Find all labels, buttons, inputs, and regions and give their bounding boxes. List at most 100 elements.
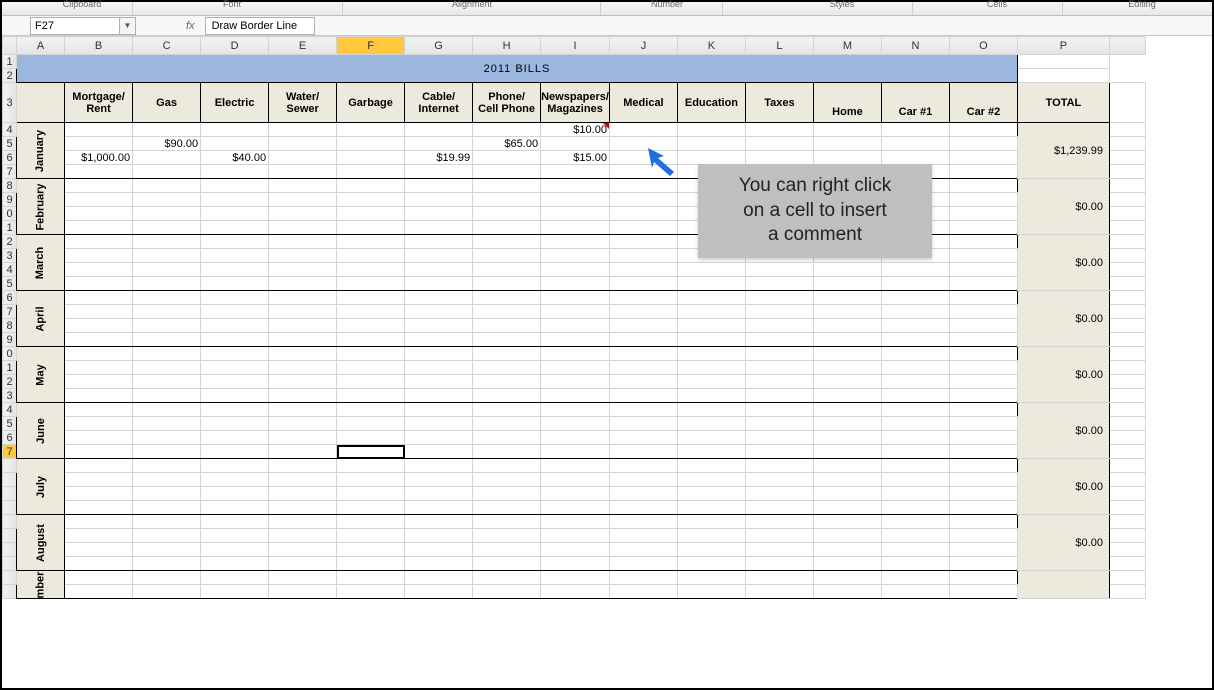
row-hdr[interactable]: 3 bbox=[3, 389, 17, 403]
cell[interactable] bbox=[813, 487, 881, 501]
cell[interactable] bbox=[133, 515, 201, 529]
cell[interactable] bbox=[609, 291, 677, 305]
cell[interactable] bbox=[473, 445, 541, 459]
cell[interactable] bbox=[337, 123, 405, 137]
cell[interactable] bbox=[813, 473, 881, 487]
cell[interactable] bbox=[337, 585, 405, 599]
cell[interactable] bbox=[813, 123, 881, 137]
cell[interactable] bbox=[1109, 291, 1145, 305]
cell[interactable] bbox=[201, 333, 269, 347]
row-hdr[interactable]: 9 bbox=[3, 193, 17, 207]
cell[interactable] bbox=[133, 403, 201, 417]
cell[interactable] bbox=[745, 515, 813, 529]
cell[interactable] bbox=[1017, 69, 1109, 83]
row-hdr[interactable]: 9 bbox=[3, 333, 17, 347]
cell[interactable] bbox=[541, 417, 610, 431]
cell[interactable] bbox=[813, 515, 881, 529]
cell[interactable] bbox=[745, 123, 813, 137]
cell[interactable] bbox=[337, 319, 405, 333]
cell-electric[interactable]: $40.00 bbox=[201, 151, 269, 165]
cell[interactable] bbox=[813, 333, 881, 347]
cell[interactable] bbox=[201, 375, 269, 389]
cell[interactable] bbox=[813, 445, 881, 459]
cell[interactable] bbox=[337, 207, 405, 221]
cell[interactable] bbox=[133, 291, 201, 305]
cell[interactable] bbox=[813, 361, 881, 375]
month-label[interactable]: January bbox=[17, 123, 65, 179]
cell[interactable] bbox=[609, 557, 677, 571]
cell[interactable] bbox=[1109, 389, 1145, 403]
cell[interactable] bbox=[541, 389, 610, 403]
cell[interactable] bbox=[405, 459, 473, 473]
col-hdr-A[interactable]: A bbox=[17, 37, 65, 55]
cell[interactable] bbox=[813, 571, 881, 585]
cell[interactable] bbox=[337, 515, 405, 529]
cell[interactable] bbox=[541, 515, 610, 529]
cell[interactable] bbox=[201, 431, 269, 445]
cell[interactable] bbox=[337, 473, 405, 487]
cell[interactable] bbox=[201, 305, 269, 319]
cell[interactable] bbox=[473, 529, 541, 543]
cell[interactable] bbox=[609, 487, 677, 501]
name-box[interactable]: F27 bbox=[30, 17, 120, 35]
cell[interactable] bbox=[677, 487, 745, 501]
cell[interactable] bbox=[609, 347, 677, 361]
cell[interactable] bbox=[745, 585, 813, 599]
cell[interactable] bbox=[473, 473, 541, 487]
cell[interactable] bbox=[881, 375, 949, 389]
cell[interactable] bbox=[65, 375, 133, 389]
cell[interactable] bbox=[1109, 361, 1145, 375]
cell[interactable] bbox=[949, 417, 1017, 431]
cell[interactable] bbox=[473, 487, 541, 501]
cell[interactable] bbox=[337, 543, 405, 557]
cell[interactable] bbox=[269, 263, 337, 277]
cell[interactable] bbox=[133, 445, 201, 459]
cell[interactable] bbox=[881, 571, 949, 585]
cell[interactable] bbox=[881, 431, 949, 445]
cell[interactable] bbox=[405, 571, 473, 585]
col-hdr-K[interactable]: K bbox=[677, 37, 745, 55]
total-cell[interactable]: $0.00 bbox=[1017, 515, 1109, 571]
cell[interactable] bbox=[677, 571, 745, 585]
cell[interactable] bbox=[609, 571, 677, 585]
cell[interactable] bbox=[541, 501, 610, 515]
cell[interactable] bbox=[201, 235, 269, 249]
cell[interactable] bbox=[65, 235, 133, 249]
cell[interactable] bbox=[541, 277, 610, 291]
cell[interactable] bbox=[881, 487, 949, 501]
total-cell[interactable]: $0.00 bbox=[1017, 347, 1109, 403]
col-hdr-H[interactable]: H bbox=[473, 37, 541, 55]
col-hdr-J[interactable]: J bbox=[609, 37, 677, 55]
month-label[interactable]: February bbox=[17, 179, 65, 235]
cell[interactable] bbox=[65, 403, 133, 417]
row-hdr[interactable]: 3 bbox=[3, 249, 17, 263]
cell[interactable] bbox=[65, 221, 133, 235]
col-hdr-F[interactable]: F bbox=[337, 37, 405, 55]
cell[interactable] bbox=[269, 333, 337, 347]
cell[interactable] bbox=[813, 263, 881, 277]
cell[interactable] bbox=[1109, 235, 1145, 249]
cell[interactable] bbox=[677, 403, 745, 417]
cell[interactable] bbox=[813, 585, 881, 599]
cell[interactable] bbox=[1109, 529, 1145, 543]
cell[interactable] bbox=[201, 165, 269, 179]
cell[interactable] bbox=[65, 277, 133, 291]
cell[interactable] bbox=[201, 277, 269, 291]
cell[interactable] bbox=[609, 207, 677, 221]
cell[interactable] bbox=[541, 459, 610, 473]
cell[interactable] bbox=[609, 333, 677, 347]
cell[interactable] bbox=[813, 277, 881, 291]
cell[interactable] bbox=[337, 291, 405, 305]
cell[interactable] bbox=[269, 179, 337, 193]
cell[interactable] bbox=[949, 557, 1017, 571]
cell[interactable] bbox=[269, 277, 337, 291]
row-hdr[interactable] bbox=[3, 515, 17, 529]
cell[interactable] bbox=[1109, 263, 1145, 277]
hdr-taxes[interactable]: Taxes bbox=[745, 83, 813, 123]
cell[interactable] bbox=[813, 389, 881, 403]
cell[interactable] bbox=[609, 361, 677, 375]
cell[interactable] bbox=[813, 305, 881, 319]
cell[interactable] bbox=[65, 179, 133, 193]
cell[interactable] bbox=[65, 291, 133, 305]
cell[interactable] bbox=[677, 585, 745, 599]
